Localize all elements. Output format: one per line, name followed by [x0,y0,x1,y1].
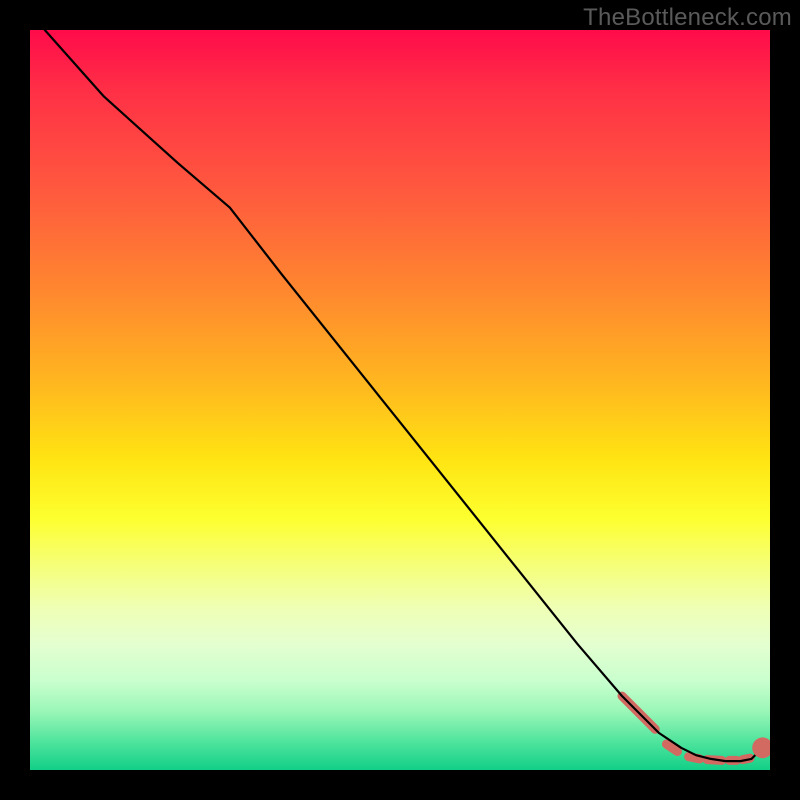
chart-container: TheBottleneck.com [0,0,800,800]
chart-svg [30,30,770,770]
watermark-text: TheBottleneck.com [583,4,792,32]
optimal-range-dash [689,757,700,759]
plot-area [30,30,770,770]
bottleneck-curve [45,30,763,761]
